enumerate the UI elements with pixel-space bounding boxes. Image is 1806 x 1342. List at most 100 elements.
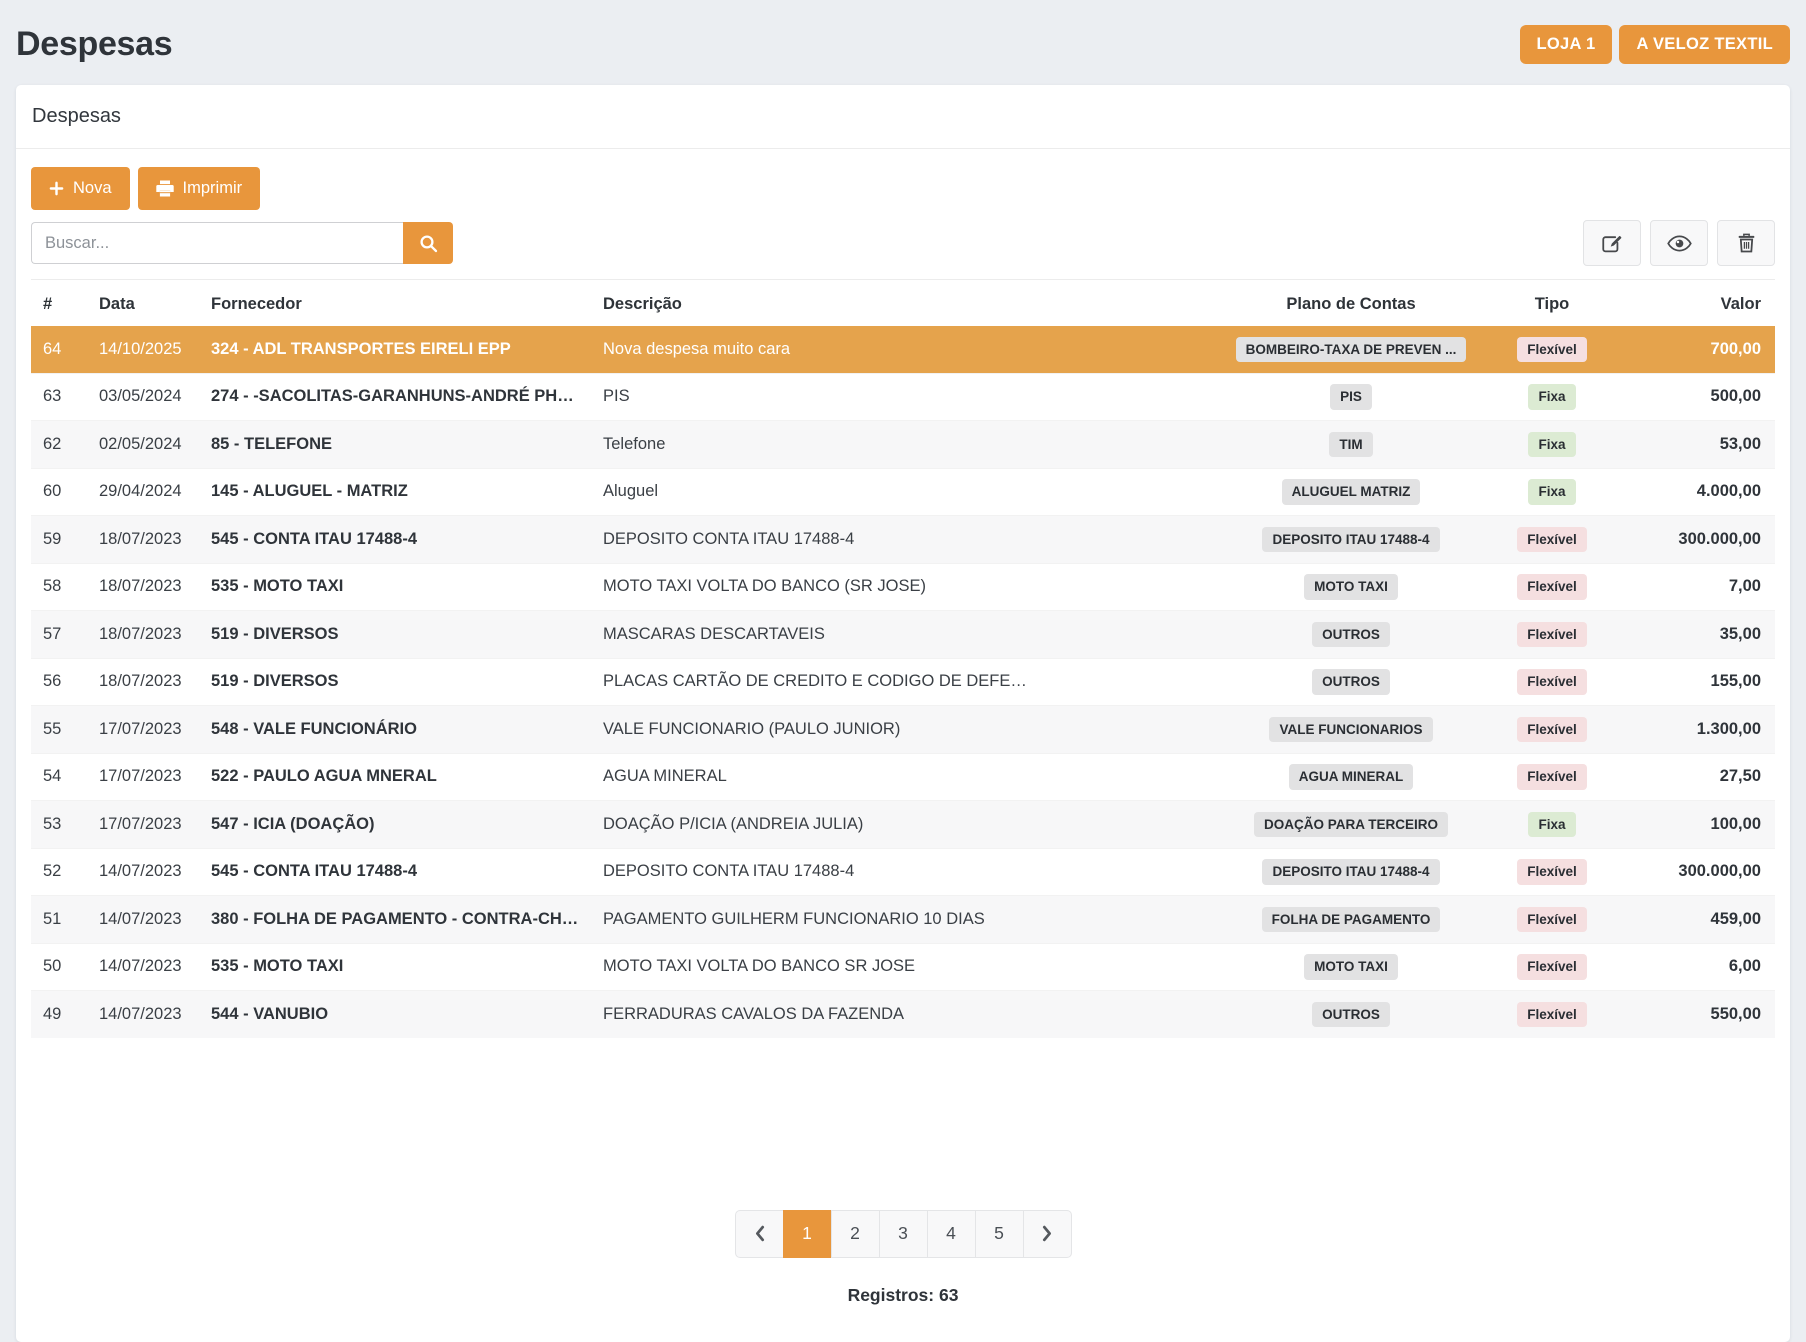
table-row[interactable]: 56 18/07/2023 519 - DIVERSOS PLACAS CART… — [31, 658, 1775, 706]
type-badge: Flexível — [1517, 527, 1587, 553]
view-button[interactable] — [1650, 220, 1708, 266]
row-supplier: 535 - MOTO TAXI — [199, 563, 591, 611]
row-supplier: 547 - ICIA (DOAÇÃO) — [199, 801, 591, 849]
table-row[interactable]: 57 18/07/2023 519 - DIVERSOS MASCARAS DE… — [31, 611, 1775, 659]
search-input[interactable] — [31, 222, 403, 264]
plan-badge: BOMBEIRO-TAXA DE PREVEN ... — [1236, 337, 1467, 363]
new-expense-label: Nova — [73, 179, 112, 198]
table-row[interactable]: 55 17/07/2023 548 - VALE FUNCIONÁRIO VAL… — [31, 706, 1775, 754]
row-plan-cell: OUTROS — [1215, 991, 1487, 1038]
row-description: Nova despesa muito cara — [591, 326, 1215, 373]
card-body: Nova Imprimir — [16, 149, 1790, 1342]
table-row[interactable]: 60 29/04/2024 145 - ALUGUEL - MATRIZ Alu… — [31, 468, 1775, 516]
row-description: VALE FUNCIONARIO (PAULO JUNIOR) — [591, 706, 1215, 754]
plan-badge: PIS — [1330, 384, 1372, 410]
row-description: PIS — [591, 373, 1215, 421]
table-row[interactable]: 59 18/07/2023 545 - CONTA ITAU 17488-4 D… — [31, 516, 1775, 564]
plan-badge: DOAÇÃO PARA TERCEIRO — [1254, 812, 1448, 838]
search-group — [31, 222, 453, 264]
row-action-buttons — [1583, 220, 1775, 266]
row-date: 18/07/2023 — [87, 563, 199, 611]
row-supplier: 380 - FOLHA DE PAGAMENTO - CONTRA-CH… — [199, 896, 591, 944]
pagination-page-5[interactable]: 5 — [975, 1210, 1024, 1258]
row-date: 14/07/2023 — [87, 896, 199, 944]
row-value: 1.300,00 — [1617, 706, 1775, 754]
row-value: 27,50 — [1617, 753, 1775, 801]
company-button[interactable]: A VELOZ TEXTIL — [1619, 25, 1790, 64]
row-plan-cell: OUTROS — [1215, 658, 1487, 706]
pagination-page-3[interactable]: 3 — [879, 1210, 928, 1258]
table-row[interactable]: 62 02/05/2024 85 - TELEFONE Telefone TIM… — [31, 421, 1775, 469]
row-value: 6,00 — [1617, 943, 1775, 991]
row-plan-cell: MOTO TAXI — [1215, 563, 1487, 611]
row-plan-cell: PIS — [1215, 373, 1487, 421]
pagination-page-2[interactable]: 2 — [831, 1210, 880, 1258]
row-value: 459,00 — [1617, 896, 1775, 944]
table-row[interactable]: 50 14/07/2023 535 - MOTO TAXI MOTO TAXI … — [31, 943, 1775, 991]
delete-button[interactable] — [1717, 220, 1775, 266]
row-type-cell: Fixa — [1487, 468, 1617, 516]
pagination-page-4[interactable]: 4 — [927, 1210, 976, 1258]
type-badge: Fixa — [1528, 384, 1575, 410]
column-header-description: Descrição — [591, 282, 1215, 326]
pagination-next[interactable] — [1023, 1210, 1072, 1258]
row-description: DEPOSITO CONTA ITAU 17488-4 — [591, 848, 1215, 896]
table-row[interactable]: 52 14/07/2023 545 - CONTA ITAU 17488-4 D… — [31, 848, 1775, 896]
records-count: Registros: 63 — [31, 1285, 1775, 1306]
plan-badge: DEPOSITO ITAU 17488-4 — [1262, 527, 1439, 553]
pagination-page-1[interactable]: 1 — [783, 1210, 832, 1258]
table-row[interactable]: 49 14/07/2023 544 - VANUBIO FERRADURAS C… — [31, 991, 1775, 1038]
row-supplier: 519 - DIVERSOS — [199, 611, 591, 659]
table-row[interactable]: 64 14/10/2025 324 - ADL TRANSPORTES EIRE… — [31, 326, 1775, 373]
row-description: Telefone — [591, 421, 1215, 469]
column-header-type: Tipo — [1487, 282, 1617, 326]
plan-badge: ALUGUEL MATRIZ — [1282, 479, 1421, 505]
search-button[interactable] — [403, 222, 453, 264]
edit-button[interactable] — [1583, 220, 1641, 266]
eye-icon — [1667, 235, 1692, 252]
row-type-cell: Flexível — [1487, 848, 1617, 896]
row-id: 57 — [31, 611, 87, 659]
row-date: 17/07/2023 — [87, 801, 199, 849]
expenses-card: Despesas Nova Imprimir — [16, 85, 1790, 1342]
row-type-cell: Flexível — [1487, 706, 1617, 754]
table-row[interactable]: 54 17/07/2023 522 - PAULO AGUA MNERAL AG… — [31, 753, 1775, 801]
pagination-prev[interactable] — [735, 1210, 784, 1258]
row-description: DEPOSITO CONTA ITAU 17488-4 — [591, 516, 1215, 564]
table-row[interactable]: 53 17/07/2023 547 - ICIA (DOAÇÃO) DOAÇÃO… — [31, 801, 1775, 849]
table-row[interactable]: 63 03/05/2024 274 - -SACOLITAS-GARANHUNS… — [31, 373, 1775, 421]
new-expense-button[interactable]: Nova — [31, 167, 130, 210]
type-badge: Flexível — [1517, 907, 1587, 933]
row-supplier: 145 - ALUGUEL - MATRIZ — [199, 468, 591, 516]
row-type-cell: Flexível — [1487, 326, 1617, 373]
row-supplier: 519 - DIVERSOS — [199, 658, 591, 706]
plan-badge: OUTROS — [1312, 1002, 1390, 1028]
row-value: 300.000,00 — [1617, 848, 1775, 896]
type-badge: Flexível — [1517, 337, 1587, 363]
row-type-cell: Flexível — [1487, 516, 1617, 564]
print-button[interactable]: Imprimir — [138, 167, 261, 210]
type-badge: Flexível — [1517, 622, 1587, 648]
row-id: 51 — [31, 896, 87, 944]
row-date: 18/07/2023 — [87, 611, 199, 659]
column-header-supplier: Fornecedor — [199, 282, 591, 326]
store-button[interactable]: LOJA 1 — [1520, 25, 1613, 64]
table-row[interactable]: 51 14/07/2023 380 - FOLHA DE PAGAMENTO -… — [31, 896, 1775, 944]
row-type-cell: Flexível — [1487, 896, 1617, 944]
row-date: 14/07/2023 — [87, 991, 199, 1038]
plan-badge: DEPOSITO ITAU 17488-4 — [1262, 859, 1439, 885]
toolbar: Nova Imprimir — [31, 167, 1775, 210]
column-header-value: Valor — [1617, 282, 1775, 326]
row-type-cell: Fixa — [1487, 801, 1617, 849]
row-supplier: 85 - TELEFONE — [199, 421, 591, 469]
page-title: Despesas — [16, 25, 172, 64]
plan-badge: AGUA MINERAL — [1289, 764, 1414, 790]
type-badge: Flexível — [1517, 669, 1587, 695]
row-plan-cell: VALE FUNCIONARIOS — [1215, 706, 1487, 754]
row-plan-cell: ALUGUEL MATRIZ — [1215, 468, 1487, 516]
row-date: 02/05/2024 — [87, 421, 199, 469]
row-id: 63 — [31, 373, 87, 421]
printer-icon — [156, 180, 174, 197]
table-row[interactable]: 58 18/07/2023 535 - MOTO TAXI MOTO TAXI … — [31, 563, 1775, 611]
row-plan-cell: MOTO TAXI — [1215, 943, 1487, 991]
